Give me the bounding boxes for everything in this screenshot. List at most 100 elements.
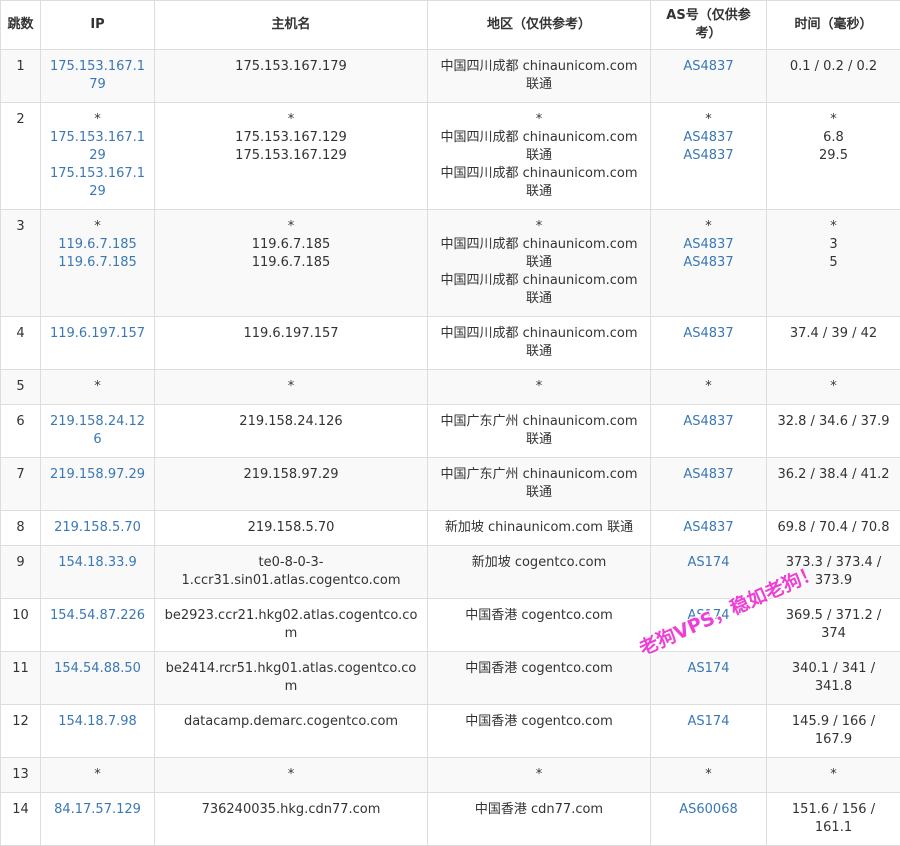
ip-cell: 154.54.88.50 [41, 652, 155, 705]
ip-link[interactable]: 175.153.167.179 [47, 58, 148, 94]
header-area[interactable]: 地区（仅供参考） [428, 1, 651, 50]
host-cell: be2414.rcr51.hkg01.atlas.cogentco.com [155, 652, 428, 705]
as-cell: AS4837 [651, 511, 767, 546]
time-cell: 32.8 / 34.6 / 37.9 [767, 405, 900, 458]
ip-link[interactable]: 119.6.197.157 [47, 325, 148, 343]
as-link[interactable]: AS60068 [657, 801, 760, 819]
host-text: 219.158.5.70 [161, 519, 421, 537]
area-cell: 中国香港 cogentco.com [428, 599, 651, 652]
header-row: 跳数 IP 主机名 地区（仅供参考） AS号（仅供参考） 时间（毫秒） [1, 1, 900, 50]
time-text: 0.1 / 0.2 / 0.2 [773, 58, 894, 76]
host-cell: 219.158.5.70 [155, 511, 428, 546]
ip-link[interactable]: 84.17.57.129 [47, 801, 148, 819]
table-row: 8219.158.5.70219.158.5.70新加坡 chinaunicom… [1, 511, 900, 546]
ip-link[interactable]: 219.158.5.70 [47, 519, 148, 537]
ip-link[interactable]: 154.18.7.98 [47, 713, 148, 731]
traceroute-table: 跳数 IP 主机名 地区（仅供参考） AS号（仅供参考） 时间（毫秒） 1175… [0, 0, 900, 846]
header-as[interactable]: AS号（仅供参考） [651, 1, 767, 50]
ip-text: * [47, 766, 148, 784]
area-text: 中国四川成都 chinaunicom.com 联通 [434, 236, 644, 272]
as-link[interactable]: AS4837 [657, 147, 760, 165]
host-text: 175.153.167.129 [161, 129, 421, 147]
as-link[interactable]: AS4837 [657, 58, 760, 76]
as-link[interactable]: AS4837 [657, 413, 760, 431]
area-cell: 中国广东广州 chinaunicom.com 联通 [428, 405, 651, 458]
as-link[interactable]: AS174 [657, 660, 760, 678]
as-cell: AS174 [651, 705, 767, 758]
as-link[interactable]: AS4837 [657, 325, 760, 343]
ip-cell: 154.18.7.98 [41, 705, 155, 758]
as-cell: AS4837 [651, 317, 767, 370]
as-cell: AS174 [651, 652, 767, 705]
time-text: 6.8 [773, 129, 894, 147]
table-row: 12154.18.7.98datacamp.demarc.cogentco.co… [1, 705, 900, 758]
host-cell: * [155, 370, 428, 405]
time-text: * [773, 111, 894, 129]
ip-link[interactable]: 154.18.33.9 [47, 554, 148, 572]
time-text: * [773, 218, 894, 236]
time-cell: 69.8 / 70.4 / 70.8 [767, 511, 900, 546]
ip-cell: 84.17.57.129 [41, 793, 155, 846]
header-host[interactable]: 主机名 [155, 1, 428, 50]
as-link[interactable]: AS4837 [657, 236, 760, 254]
area-cell: * [428, 758, 651, 793]
area-cell: 中国香港 cdn77.com [428, 793, 651, 846]
as-link[interactable]: AS4837 [657, 466, 760, 484]
as-link[interactable]: AS4837 [657, 519, 760, 537]
hop-cell: 14 [1, 793, 41, 846]
as-cell: AS60068 [651, 793, 767, 846]
ip-link[interactable]: 219.158.97.29 [47, 466, 148, 484]
area-cell: 中国四川成都 chinaunicom.com 联通 [428, 50, 651, 103]
hop-cell: 10 [1, 599, 41, 652]
area-text: 新加坡 cogentco.com [434, 554, 644, 572]
table-row: 13***** [1, 758, 900, 793]
as-link[interactable]: AS174 [657, 607, 760, 625]
time-text: 3 [773, 236, 894, 254]
host-cell: 736240035.hkg.cdn77.com [155, 793, 428, 846]
table-row: 14 84.17.57.129 736240035.hkg.cdn77.com中国香… [1, 793, 900, 846]
host-cell: 219.158.24.126 [155, 405, 428, 458]
ip-link[interactable]: 154.54.87.226 [47, 607, 148, 625]
host-text: te0-8-0-3-1.ccr31.sin01.atlas.cogentco.c… [161, 554, 421, 590]
ip-text: * [47, 218, 148, 236]
as-link[interactable]: AS4837 [657, 254, 760, 272]
time-text: 151.6 / 156 / 161.1 [773, 801, 894, 837]
area-text: * [434, 378, 644, 396]
host-text: * [161, 766, 421, 784]
time-cell: 340.1 / 341 / 341.8 [767, 652, 900, 705]
area-text: 中国四川成都 chinaunicom.com 联通 [434, 272, 644, 308]
host-text: be2414.rcr51.hkg01.atlas.cogentco.com [161, 660, 421, 696]
ip-link[interactable]: 219.158.24.126 [47, 413, 148, 449]
hop-cell: 7 [1, 458, 41, 511]
header-hop[interactable]: 跳数 [1, 1, 41, 50]
as-link[interactable]: AS4837 [657, 129, 760, 147]
host-text: 119.6.7.185 [161, 254, 421, 272]
time-cell: * [767, 758, 900, 793]
time-text: 37.4 / 39 / 42 [773, 325, 894, 343]
header-time[interactable]: 时间（毫秒） [767, 1, 900, 50]
table-row: 5***** [1, 370, 900, 405]
ip-link[interactable]: 119.6.7.185 [47, 254, 148, 272]
host-text: be2923.ccr21.hkg02.atlas.cogentco.com [161, 607, 421, 643]
area-text: * [434, 111, 644, 129]
ip-cell: 219.158.24.126 [41, 405, 155, 458]
ip-link[interactable]: 119.6.7.185 [47, 236, 148, 254]
hop-cell: 12 [1, 705, 41, 758]
table-row: 3*119.6.7.185119.6.7.185*119.6.7.185119.… [1, 210, 900, 317]
ip-link[interactable]: 154.54.88.50 [47, 660, 148, 678]
as-link[interactable]: AS174 [657, 554, 760, 572]
table-row: 11154.54.88.50be2414.rcr51.hkg01.atlas.c… [1, 652, 900, 705]
hop-cell: 1 [1, 50, 41, 103]
area-cell: *中国四川成都 chinaunicom.com 联通中国四川成都 chinaun… [428, 210, 651, 317]
host-cell: 219.158.97.29 [155, 458, 428, 511]
table-row: 6219.158.24.126219.158.24.126中国广东广州 chin… [1, 405, 900, 458]
header-ip[interactable]: IP [41, 1, 155, 50]
as-link[interactable]: AS174 [657, 713, 760, 731]
host-cell: 175.153.167.179 [155, 50, 428, 103]
area-cell: *中国四川成都 chinaunicom.com 联通中国四川成都 chinaun… [428, 103, 651, 210]
area-cell: 中国香港 cogentco.com [428, 652, 651, 705]
ip-link[interactable]: 175.153.167.129 [47, 129, 148, 165]
ip-link[interactable]: 175.153.167.129 [47, 165, 148, 201]
ip-cell: 154.18.33.9 [41, 546, 155, 599]
as-text: * [657, 378, 760, 396]
